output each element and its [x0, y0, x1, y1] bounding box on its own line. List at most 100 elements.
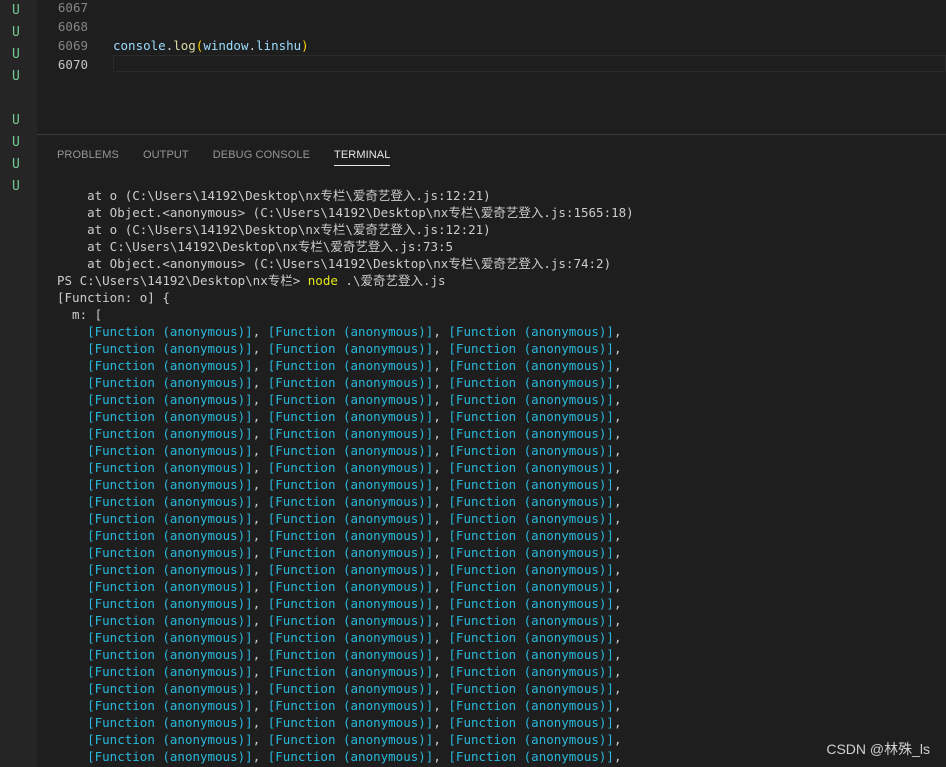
separator: ,	[252, 681, 268, 696]
function-item: [Function (anonymous)]	[448, 409, 614, 424]
separator: ,	[433, 732, 449, 747]
separator: ,	[252, 545, 268, 560]
function-item: [Function (anonymous)]	[267, 749, 434, 764]
function-item: [Function (anonymous)]	[87, 375, 253, 390]
function-item: [Function (anonymous)]	[448, 715, 614, 730]
tab-terminal[interactable]: TERMINAL	[334, 145, 391, 166]
stack-trace-line: at o (C:\Users\14192\Desktop\nx专栏\爱奇艺登入.…	[57, 222, 491, 237]
function-item: [Function (anonymous)]	[448, 630, 614, 645]
function-row: [Function (anonymous)], [Function (anony…	[57, 374, 942, 391]
function-item: [Function (anonymous)]	[448, 477, 614, 492]
function-row: [Function (anonymous)], [Function (anony…	[57, 442, 942, 459]
stack-trace-line: at C:\Users\14192\Desktop\nx专栏\爱奇艺登入.js:…	[57, 239, 454, 254]
separator: ,	[613, 545, 622, 560]
function-item: [Function (anonymous)]	[448, 358, 614, 373]
bottom-panel: PROBLEMS OUTPUT DEBUG CONSOLE TERMINAL a…	[37, 135, 946, 767]
function-item: [Function (anonymous)]	[267, 392, 434, 407]
code-editor[interactable]: 6067 6068 6069 6070 console.log(window.l…	[37, 0, 946, 135]
function-item: [Function (anonymous)]	[87, 409, 253, 424]
function-item: [Function (anonymous)]	[267, 545, 434, 560]
function-row: [Function (anonymous)], [Function (anony…	[57, 595, 942, 612]
separator: ,	[613, 732, 622, 747]
separator: ,	[252, 579, 268, 594]
function-item: [Function (anonymous)]	[267, 630, 434, 645]
watermark: CSDN @林殊_ls	[826, 741, 930, 757]
separator: ,	[613, 698, 622, 713]
separator: ,	[433, 460, 449, 475]
function-item: [Function (anonymous)]	[87, 579, 253, 594]
function-item: [Function (anonymous)]	[267, 460, 434, 475]
tab-debug-console[interactable]: DEBUG CONSOLE	[213, 145, 310, 165]
separator: ,	[433, 511, 449, 526]
separator: ,	[433, 630, 449, 645]
separator: ,	[433, 528, 449, 543]
separator: ,	[613, 613, 622, 628]
separator: ,	[613, 715, 622, 730]
function-item: [Function (anonymous)]	[267, 375, 434, 390]
separator: ,	[433, 613, 449, 628]
separator: ,	[613, 443, 622, 458]
separator: ,	[613, 664, 622, 679]
git-untracked-marker: U	[12, 25, 20, 40]
function-item: [Function (anonymous)]	[267, 698, 434, 713]
function-item: [Function (anonymous)]	[267, 477, 434, 492]
function-item: [Function (anonymous)]	[448, 545, 614, 560]
separator: ,	[433, 358, 449, 373]
function-item: [Function (anonymous)]	[87, 341, 253, 356]
function-item: [Function (anonymous)]	[87, 545, 253, 560]
function-item: [Function (anonymous)]	[267, 528, 434, 543]
terminal-output[interactable]: at o (C:\Users\14192\Desktop\nx专栏\爱奇艺登入.…	[57, 187, 942, 767]
separator: ,	[613, 579, 622, 594]
git-untracked-marker: U	[12, 113, 20, 128]
function-item: [Function (anonymous)]	[87, 494, 253, 509]
stack-trace-line: at Object.<anonymous> (C:\Users\14192\De…	[57, 205, 634, 220]
function-item: [Function (anonymous)]	[87, 358, 253, 373]
separator: ,	[613, 358, 622, 373]
code-line-console-log[interactable]: console.log(window.linshu)	[113, 36, 309, 55]
function-row: [Function (anonymous)], [Function (anony…	[57, 714, 942, 731]
line-number-current: 6070	[57, 57, 88, 72]
code-token-method: log	[173, 38, 196, 53]
function-row: [Function (anonymous)], [Function (anony…	[57, 527, 942, 544]
function-item: [Function (anonymous)]	[267, 715, 434, 730]
function-row: [Function (anonymous)], [Function (anony…	[57, 578, 942, 595]
separator: ,	[252, 375, 268, 390]
function-item: [Function (anonymous)]	[448, 341, 614, 356]
tab-output[interactable]: OUTPUT	[143, 145, 189, 165]
separator: ,	[613, 596, 622, 611]
separator: ,	[433, 596, 449, 611]
function-row: [Function (anonymous)], [Function (anony…	[57, 476, 942, 493]
separator: ,	[252, 443, 268, 458]
code-token-paren: )	[301, 38, 309, 53]
function-row: [Function (anonymous)], [Function (anony…	[57, 663, 942, 680]
function-row: [Function (anonymous)], [Function (anony…	[57, 493, 942, 510]
function-row: [Function (anonymous)], [Function (anony…	[57, 391, 942, 408]
function-item: [Function (anonymous)]	[448, 460, 614, 475]
function-row: [Function (anonymous)], [Function (anony…	[57, 680, 942, 697]
separator: ,	[613, 528, 622, 543]
function-item: [Function (anonymous)]	[87, 647, 253, 662]
separator: ,	[433, 494, 449, 509]
prompt-line: PS C:\Users\14192\Desktop\nx专栏> node .\爱…	[57, 272, 942, 289]
function-item: [Function (anonymous)]	[448, 324, 614, 339]
current-line-highlight	[113, 55, 946, 72]
tab-problems[interactable]: PROBLEMS	[57, 145, 119, 165]
git-untracked-marker: U	[12, 157, 20, 172]
separator: ,	[252, 664, 268, 679]
separator: ,	[252, 613, 268, 628]
git-untracked-marker: U	[12, 69, 20, 84]
code-token-arg-object: window	[203, 38, 249, 53]
function-item: [Function (anonymous)]	[87, 715, 253, 730]
function-row: [Function (anonymous)], [Function (anony…	[57, 646, 942, 663]
function-row: [Function (anonymous)], [Function (anony…	[57, 544, 942, 561]
separator: ,	[433, 392, 449, 407]
separator: ,	[433, 426, 449, 441]
